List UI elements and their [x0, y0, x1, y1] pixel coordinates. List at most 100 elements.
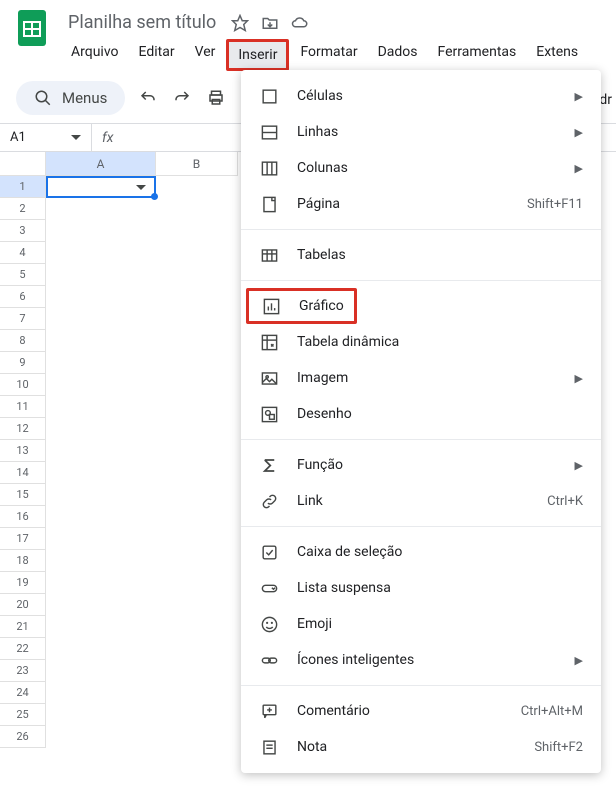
row-header[interactable]: 6 [0, 286, 46, 308]
menu-ver[interactable]: Ver [186, 39, 225, 71]
menu-inserir[interactable]: Inserir [226, 39, 289, 71]
row-header[interactable]: 23 [0, 660, 46, 682]
chevron-down-icon [136, 185, 146, 190]
undo-button[interactable] [137, 87, 159, 109]
row-header[interactable]: 22 [0, 638, 46, 660]
menu-item-tabela-din-mica[interactable]: Tabela dinâmica [241, 324, 601, 360]
row-header[interactable]: 4 [0, 242, 46, 264]
row-header[interactable]: 21 [0, 616, 46, 638]
rows-icon [259, 122, 279, 142]
chart-icon [261, 296, 281, 316]
menu-item-label: Ícones inteligentes [297, 652, 549, 668]
menu-item-desenho[interactable]: Desenho [241, 396, 601, 432]
menu-item-label: Função [297, 457, 549, 473]
dropdown-icon [259, 578, 279, 598]
column-header-b[interactable]: B [156, 152, 238, 176]
pivot-icon [259, 332, 279, 352]
menu-item-p-gina[interactable]: Página Shift+F11 [241, 186, 601, 222]
menu-separator [241, 526, 601, 527]
menu-item-lista-suspensa[interactable]: Lista suspensa [241, 570, 601, 606]
menu-item-label: Página [297, 196, 509, 212]
cloud-status-icon[interactable] [290, 13, 310, 33]
submenu-arrow-icon: ▶ [575, 126, 583, 139]
sheets-logo[interactable] [12, 8, 52, 48]
menu-ferramentas[interactable]: Ferramentas [429, 39, 526, 71]
row-header[interactable]: 14 [0, 462, 46, 484]
menu-item-label: Células [297, 88, 549, 104]
menu-item-coment-rio[interactable]: ComentárioCtrl+Alt+M [241, 693, 601, 729]
row-header[interactable]: 7 [0, 308, 46, 330]
row-header[interactable]: 10 [0, 374, 46, 396]
shortcut-label: Ctrl+K [547, 494, 583, 509]
fx-label[interactable]: fx [92, 130, 123, 146]
menus-search-pill[interactable]: Menus [16, 81, 125, 115]
menu-arquivo[interactable]: Arquivo [62, 39, 128, 71]
menu-separator [241, 685, 601, 686]
emoji-icon [259, 614, 279, 634]
row-header[interactable]: 17 [0, 528, 46, 550]
row-header[interactable]: 9 [0, 352, 46, 374]
drawing-icon [259, 404, 279, 424]
row-header[interactable]: 3 [0, 220, 46, 242]
menu-dados[interactable]: Dados [369, 39, 427, 71]
submenu-arrow-icon: ▶ [575, 90, 583, 103]
menu-item-fun-o[interactable]: Função▶ [241, 447, 601, 483]
row-header[interactable]: 13 [0, 440, 46, 462]
menu-item-gr-fico[interactable]: Gráfico [241, 288, 601, 324]
row-header[interactable]: 15 [0, 484, 46, 506]
row-header[interactable]: 18 [0, 550, 46, 572]
menu-item-label: Tabela dinâmica [297, 334, 583, 350]
row-header[interactable]: 8 [0, 330, 46, 352]
active-cell[interactable] [46, 176, 156, 198]
menu-item--cones-inteligentes[interactable]: Ícones inteligentes▶ [241, 642, 601, 678]
menu-item-link[interactable]: LinkCtrl+K [241, 483, 601, 519]
menu-separator [241, 439, 601, 440]
link-icon [259, 491, 279, 511]
select-all-corner[interactable] [0, 152, 46, 176]
submenu-arrow-icon: ▶ [575, 372, 583, 385]
menu-item-label: Colunas [297, 160, 549, 176]
move-folder-icon[interactable] [260, 13, 280, 33]
menu-editar[interactable]: Editar [130, 39, 184, 71]
row-header[interactable]: 25 [0, 704, 46, 726]
star-icon[interactable] [230, 13, 250, 33]
row-header[interactable]: 1 [0, 176, 46, 198]
note-icon [259, 737, 279, 757]
row-header[interactable]: 26 [0, 726, 46, 748]
menu-item-label: Linhas [297, 124, 549, 140]
row-header[interactable]: 16 [0, 506, 46, 528]
row-header[interactable]: 12 [0, 418, 46, 440]
row-header[interactable]: 5 [0, 264, 46, 286]
cell-reference-box[interactable]: A1 [0, 124, 92, 151]
row-header[interactable]: 24 [0, 682, 46, 704]
menu-item-label: Tabelas [297, 247, 583, 263]
menu-item-nota[interactable]: NotaShift+F2 [241, 729, 601, 765]
menu-item-imagem[interactable]: Imagem▶ [241, 360, 601, 396]
print-button[interactable] [205, 87, 227, 109]
menu-item-c-lulas[interactable]: Células ▶ [241, 78, 601, 114]
row-header[interactable]: 19 [0, 572, 46, 594]
menu-item-tabelas[interactable]: Tabelas [241, 237, 601, 273]
menus-label: Menus [62, 89, 107, 107]
doc-title[interactable]: Planilha sem título [64, 10, 220, 35]
row-header[interactable]: 11 [0, 396, 46, 418]
menu-extens[interactable]: Extens [527, 39, 587, 71]
column-header-a[interactable]: A [46, 152, 156, 176]
chevron-down-icon [71, 135, 81, 140]
comment-icon [259, 701, 279, 721]
image-icon [259, 368, 279, 388]
menu-item-emoji[interactable]: Emoji [241, 606, 601, 642]
menu-item-linhas[interactable]: Linhas ▶ [241, 114, 601, 150]
submenu-arrow-icon: ▶ [575, 162, 583, 175]
menu-item-colunas[interactable]: Colunas ▶ [241, 150, 601, 186]
table-icon [259, 245, 279, 265]
menu-formatar[interactable]: Formatar [291, 39, 366, 71]
row-header[interactable]: 2 [0, 198, 46, 220]
redo-button[interactable] [171, 87, 193, 109]
menu-item-caixa-de-sele-o[interactable]: Caixa de seleção [241, 534, 601, 570]
row-header[interactable]: 20 [0, 594, 46, 616]
shortcut-label: Shift+F11 [527, 197, 583, 212]
shortcut-label: Shift+F2 [534, 740, 583, 755]
menu-item-label: Comentário [297, 703, 503, 719]
menu-item-label: Lista suspensa [297, 580, 583, 596]
